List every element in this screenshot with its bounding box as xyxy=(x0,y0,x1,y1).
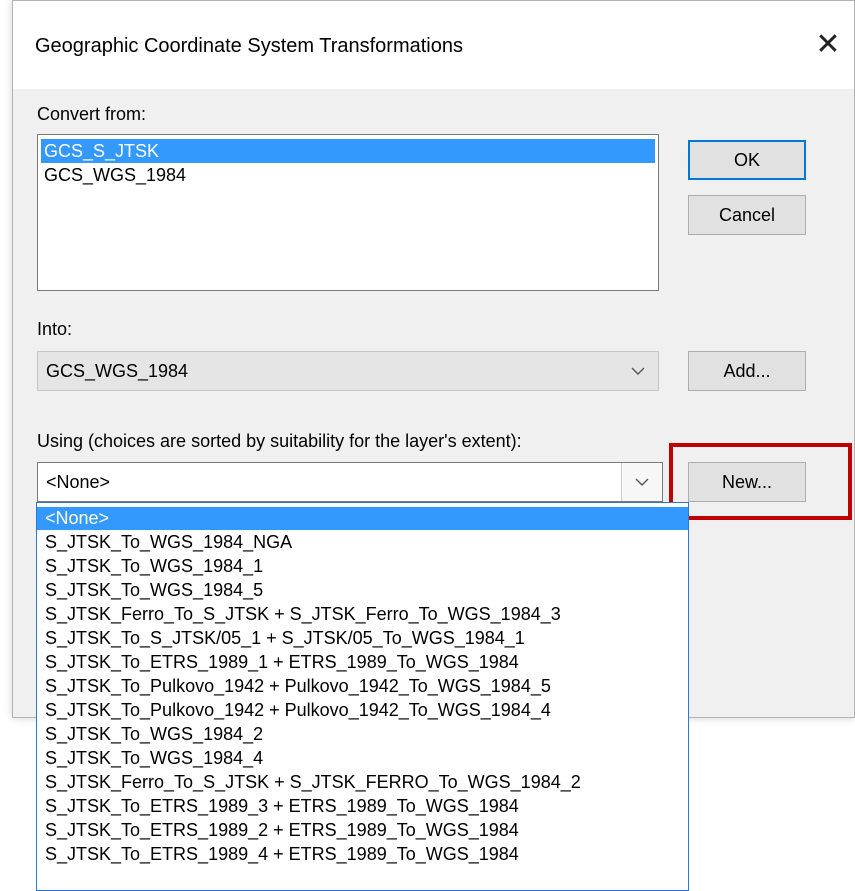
dropdown-option[interactable]: S_JTSK_To_ETRS_1989_3 + ETRS_1989_To_WGS… xyxy=(37,795,688,818)
chevron-down-icon[interactable] xyxy=(621,463,662,501)
convert-from-item-gcs-wgs-1984[interactable]: GCS_WGS_1984 xyxy=(41,163,186,187)
dropdown-option[interactable]: S_JTSK_To_WGS_1984_NGA xyxy=(37,531,688,554)
add-button[interactable]: Add... xyxy=(688,351,806,391)
dropdown-option[interactable]: S_JTSK_To_ETRS_1989_1 + ETRS_1989_To_WGS… xyxy=(37,651,688,674)
using-dropdown-list[interactable]: <None> S_JTSK_To_WGS_1984_NGA S_JTSK_To_… xyxy=(36,502,689,891)
dropdown-option[interactable]: S_JTSK_Ferro_To_S_JTSK + S_JTSK_Ferro_To… xyxy=(37,603,688,626)
title-bar: Geographic Coordinate System Transformat… xyxy=(13,1,854,89)
dropdown-option[interactable]: S_JTSK_To_Pulkovo_1942 + Pulkovo_1942_To… xyxy=(37,699,688,722)
dropdown-option[interactable]: S_JTSK_Ferro_To_S_JTSK + S_JTSK_FERRO_To… xyxy=(37,771,688,794)
convert-from-item-gcs-s-jtsk[interactable]: GCS_S_JTSK xyxy=(41,139,655,163)
dropdown-option[interactable]: S_JTSK_To_ETRS_1989_2 + ETRS_1989_To_WGS… xyxy=(37,819,688,842)
dropdown-option[interactable]: S_JTSK_To_WGS_1984_4 xyxy=(37,747,688,770)
dropdown-option[interactable]: S_JTSK_To_Pulkovo_1942 + Pulkovo_1942_To… xyxy=(37,675,688,698)
dropdown-option[interactable]: S_JTSK_To_WGS_1984_2 xyxy=(37,723,688,746)
convert-from-label: Convert from: xyxy=(37,104,147,124)
new-button-highlight xyxy=(669,443,852,520)
close-icon[interactable]: ✕ xyxy=(806,23,850,67)
dropdown-option[interactable]: <None> xyxy=(37,507,688,530)
chevron-down-icon[interactable] xyxy=(618,352,658,390)
using-label: Using (choices are sorted by suitability… xyxy=(37,431,522,451)
dropdown-option[interactable]: S_JTSK_To_S_JTSK/05_1 + S_JTSK/05_To_WGS… xyxy=(37,627,688,650)
dropdown-option[interactable]: S_JTSK_To_WGS_1984_1 xyxy=(37,555,688,578)
into-combobox-value: GCS_WGS_1984 xyxy=(46,361,189,381)
dropdown-option[interactable]: S_JTSK_To_ETRS_1989_4 + ETRS_1989_To_WGS… xyxy=(37,843,688,866)
convert-from-listbox[interactable]: GCS_S_JTSK GCS_WGS_1984 xyxy=(37,134,659,291)
dropdown-option[interactable]: S_JTSK_To_WGS_1984_5 xyxy=(37,579,688,602)
into-label: Into: xyxy=(37,319,73,339)
ok-button[interactable]: OK xyxy=(688,140,806,180)
dialog-title: Geographic Coordinate System Transformat… xyxy=(35,35,463,57)
using-combobox-value: <None> xyxy=(46,472,111,492)
into-combobox[interactable]: GCS_WGS_1984 xyxy=(37,351,659,391)
cancel-button[interactable]: Cancel xyxy=(688,195,806,235)
using-combobox[interactable]: <None> xyxy=(37,462,663,502)
